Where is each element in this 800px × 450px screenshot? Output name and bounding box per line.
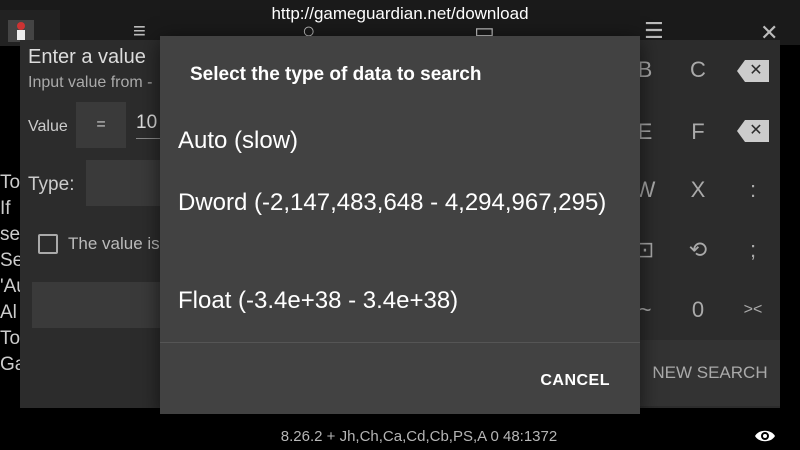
key-zero[interactable]: 0 xyxy=(673,290,723,330)
type-select[interactable] xyxy=(86,160,166,206)
status-bar: 8.26.2 + Jh,Ch,Ca,Cd,Cb,PS,A 0 48:1372 xyxy=(280,428,558,445)
key-collapse[interactable]: >< xyxy=(728,290,778,330)
value-checkbox[interactable] xyxy=(38,234,58,254)
value-label: Value xyxy=(28,118,68,135)
key-colon[interactable]: : xyxy=(728,170,778,210)
dialog-title: Enter a value xyxy=(28,46,146,68)
type-label: Type: xyxy=(28,174,75,195)
option-dword[interactable]: Dword (-2,147,483,648 - 4,294,967,295) xyxy=(178,186,618,219)
option-auto[interactable]: Auto (slow) xyxy=(178,124,618,157)
history-icon[interactable]: ⟲ xyxy=(673,230,723,270)
operator-button[interactable]: = xyxy=(76,102,126,148)
extra-field[interactable] xyxy=(32,282,162,328)
new-search-button[interactable]: NEW SEARCH xyxy=(640,340,780,406)
backspace-icon[interactable]: ✕ xyxy=(737,60,769,82)
key-c[interactable]: C xyxy=(673,50,723,90)
overlay-url: http://gameguardian.net/download xyxy=(271,4,529,23)
cancel-button[interactable]: CANCEL xyxy=(540,372,610,390)
delete-icon[interactable]: ✕ xyxy=(737,120,769,142)
modal-divider xyxy=(160,342,640,343)
dialog-subtitle: Input value from - xyxy=(28,74,153,91)
eye-icon[interactable] xyxy=(754,428,776,449)
data-type-modal: Select the type of data to search Auto (… xyxy=(160,36,640,414)
option-float[interactable]: Float (-3.4e+38 - 3.4e+38) xyxy=(178,284,618,317)
checkbox-label: The value is xyxy=(68,234,160,253)
key-semicolon[interactable]: ; xyxy=(728,230,778,270)
modal-title: Select the type of data to search xyxy=(190,64,482,85)
key-x[interactable]: X xyxy=(673,170,723,210)
key-f[interactable]: F xyxy=(673,112,723,152)
